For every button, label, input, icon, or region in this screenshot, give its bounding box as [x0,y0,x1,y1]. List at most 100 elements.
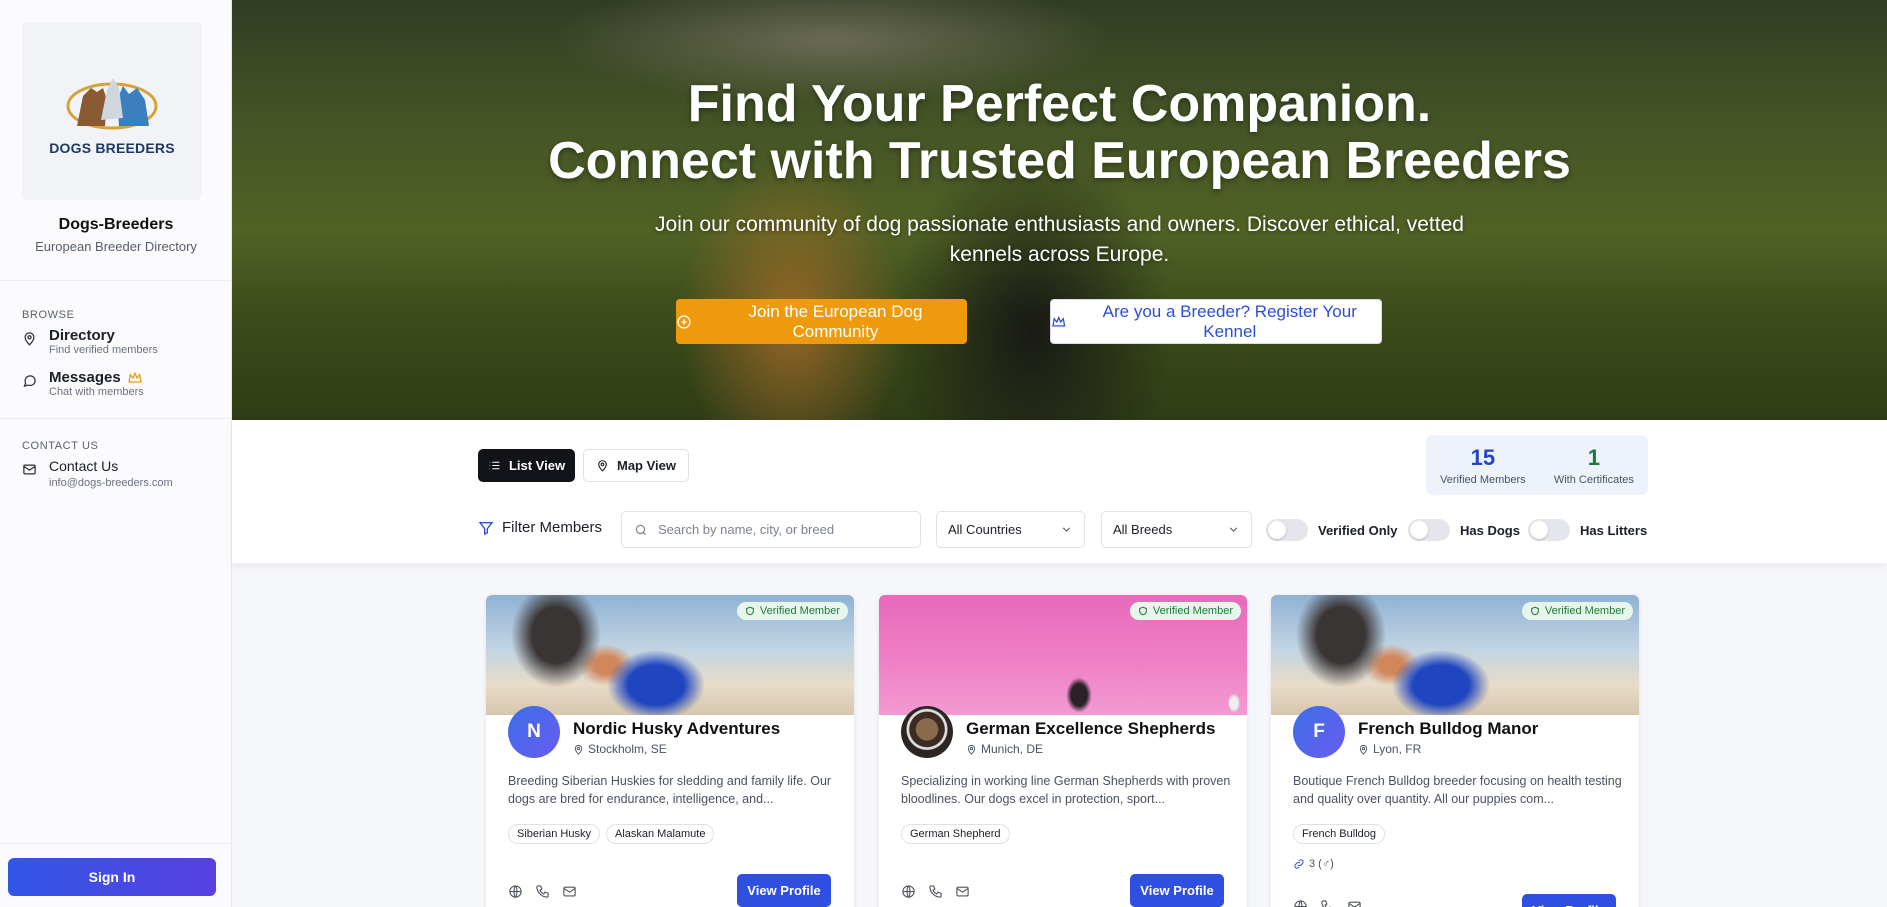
toggle-verified-only[interactable]: Verified Only [1266,519,1397,541]
globe-icon[interactable] [901,884,916,899]
logo-text: DOGS BREEDERS [49,140,175,156]
brand-subtitle: European Breeder Directory [35,239,197,254]
breed-select-value: All Breeds [1113,522,1173,537]
map-view-button[interactable]: Map View [583,449,689,482]
join-community-label: Join the European Dog Community [748,301,923,341]
card-description: Specializing in working line German Shep… [901,774,1231,806]
stat-value: 1 [1587,444,1600,470]
view-profile-button[interactable]: View Profile [1522,894,1616,907]
toggle-switch[interactable] [1528,519,1570,541]
filter-panel: List View Map View 15 Verified Members 1… [232,420,1887,563]
nav-directory[interactable]: Directory Find verified members [22,327,158,355]
map-pin-icon [1359,744,1368,755]
breeder-card[interactable]: Verified Member German Excellence Shephe… [879,595,1247,907]
chevron-down-icon [1062,527,1071,532]
nav-directory-sub: Find verified members [49,344,158,355]
register-kennel-label: Are you a Breeder? Register Your Kennel [1102,301,1357,341]
breed-tag: Alaskan Malamute [605,824,715,844]
chat-icon [23,375,36,388]
toggle-label: Verified Only [1318,522,1398,538]
breeder-card[interactable]: Verified Member F French Bulldog Manor L… [1271,595,1639,907]
map-pin-icon [967,744,976,755]
card-description: Boutique French Bulldog breeder focusing… [1293,774,1622,806]
join-community-button[interactable]: Join the European Dog Community [676,299,967,344]
globe-icon[interactable] [1293,899,1308,907]
map-pin-icon [24,332,35,346]
sidebar: DOGS BREEDERS Dogs-Breeders European Bre… [0,0,232,907]
dogs-logo-icon [66,78,158,130]
card-name[interactable]: French Bulldog Manor [1358,719,1538,739]
card-location: Munich, DE [966,742,1043,756]
search-box[interactable] [621,511,921,548]
contact-icons [508,884,577,899]
filter-members-label: Filter Members [478,519,602,536]
country-select-value: All Countries [948,522,1022,537]
filter-label-text: Filter Members [502,519,603,536]
links-count-text: 3 (♂) [1309,858,1334,870]
stat-with-certificates: 1 With Certificates [1554,445,1634,486]
hero-title: Find Your Perfect Companion. Connect wit… [232,76,1887,190]
toggle-switch[interactable] [1266,519,1308,541]
country-select[interactable]: All Countries [936,511,1085,548]
nav-messages-title-row: Messages [49,369,144,386]
divider [0,418,232,419]
avatar: N [508,706,560,758]
breed-select[interactable]: All Breeds [1101,511,1252,548]
verified-badge-label: Verified Member [759,605,840,617]
globe-icon[interactable] [508,884,523,899]
mail-icon[interactable] [562,884,577,899]
card-name[interactable]: Nordic Husky Adventures [573,719,780,739]
shield-icon [1139,606,1147,616]
contact-label: CONTACT US [22,440,99,452]
avatar: F [1293,706,1345,758]
nav-messages-sub: Chat with members [49,386,144,397]
card-name[interactable]: German Excellence Shepherds [966,719,1215,739]
toggle-switch[interactable] [1408,519,1450,541]
stat-label: Verified Members [1440,473,1526,486]
mail-icon [23,464,36,475]
shield-icon [746,606,754,616]
search-input[interactable] [658,522,898,537]
phone-icon[interactable] [1320,899,1335,907]
toggle-has-litters[interactable]: Has Litters [1528,519,1647,541]
nav-messages[interactable]: Messages Chat with members [22,369,144,397]
phone-icon[interactable] [535,884,550,899]
mail-icon[interactable] [1347,899,1362,907]
card-location-text: Stockholm, SE [588,742,667,756]
breeder-card[interactable]: Verified Member N Nordic Husky Adventure… [486,595,854,907]
link-icon [1294,859,1304,869]
register-kennel-button[interactable]: Are you a Breeder? Register Your Kennel [1050,299,1382,344]
divider [0,280,232,281]
toggle-label: Has Litters [1580,522,1648,538]
toggle-has-dogs[interactable]: Has Dogs [1408,519,1520,541]
contact-email[interactable]: info@dogs-breeders.com [49,477,173,489]
hero-subtitle: Join our community of dog passionate ent… [655,213,1464,266]
map-view-label: Map View [616,458,676,473]
avatar [901,706,953,758]
verified-badge-label: Verified Member [1152,605,1233,617]
sign-in-button[interactable]: Sign In [8,858,216,896]
crown-icon [127,371,142,383]
hero-title-line1: Find Your Perfect Companion. [687,75,1432,133]
phone-icon[interactable] [928,884,943,899]
breed-tags: German Shepherd [901,824,1010,844]
mail-icon[interactable] [955,884,970,899]
contact-icons [901,884,970,899]
card-location: Lyon, FR [1358,742,1421,756]
breed-tag: German Shepherd [901,824,1010,844]
plus-circle-icon [677,314,691,329]
nav-contact[interactable]: Contact Us info@dogs-breeders.com [22,458,173,489]
shield-icon [1531,606,1539,616]
search-icon [635,524,647,535]
toggle-label: Has Dogs [1460,522,1520,538]
breed-tag: French Bulldog [1293,824,1385,844]
list-view-label: List View [508,458,566,473]
verified-badge: Verified Member [736,602,848,620]
verified-badge-label: Verified Member [1544,605,1625,617]
logo[interactable]: DOGS BREEDERS [22,22,202,200]
view-profile-button[interactable]: View Profile [737,874,831,907]
map-pin-icon [574,744,583,755]
list-view-button[interactable]: List View [478,449,575,482]
view-profile-button[interactable]: View Profile [1130,874,1224,907]
crown-icon [1052,315,1066,327]
